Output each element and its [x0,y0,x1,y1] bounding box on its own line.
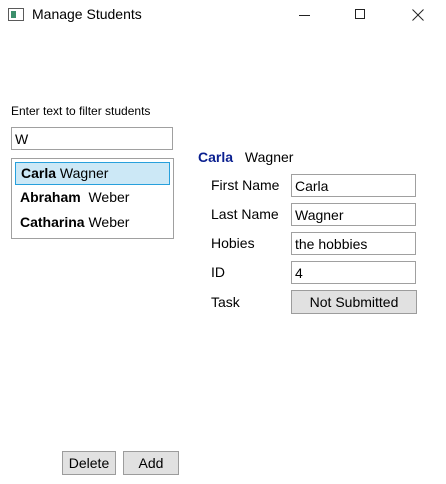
last-name-field[interactable] [291,203,416,226]
app-window-icon [8,8,24,21]
window-title: Manage Students [32,6,142,22]
filter-label: Enter text to filter students [11,104,151,118]
list-item[interactable]: Abraham Weber [15,187,170,210]
minimize-icon [299,15,310,16]
student-last-name: Weber [88,189,130,205]
add-button[interactable]: Add [123,451,179,475]
title-bar[interactable]: Manage Students [0,0,446,31]
first-name-label: First Name [211,177,280,193]
student-list[interactable]: Carla Wagner Abraham Weber Catharina Web… [11,158,174,239]
maximize-button[interactable] [338,0,384,31]
first-name-field[interactable] [291,174,416,197]
student-first-name: Carla [21,165,57,181]
list-item[interactable]: Catharina Weber [15,212,170,235]
filter-input[interactable] [11,127,173,150]
hobbies-label: Hobies [211,235,255,251]
close-icon [412,9,424,21]
list-item[interactable]: Carla Wagner [15,162,170,185]
minimize-button[interactable] [282,0,328,31]
student-first-name: Abraham [20,189,81,205]
delete-button[interactable]: Delete [62,451,116,475]
student-last-name: Wagner [59,165,109,181]
last-name-label: Last Name [211,206,279,222]
task-status-button[interactable]: Not Submitted [291,290,417,314]
id-label: ID [211,264,225,280]
task-label: Task [211,294,240,310]
close-button[interactable] [395,0,441,31]
header-last-name: Wagner [244,149,294,165]
id-field[interactable] [291,261,416,284]
hobbies-field[interactable] [291,232,416,255]
manage-students-window: Manage Students Enter text to filter stu… [0,0,446,484]
student-first-name: Catharina [20,214,85,230]
maximize-icon [355,9,365,19]
header-first-name: Carla [198,149,234,165]
selected-student-header: Carla Wagner [198,149,293,165]
student-last-name: Weber [88,214,130,230]
